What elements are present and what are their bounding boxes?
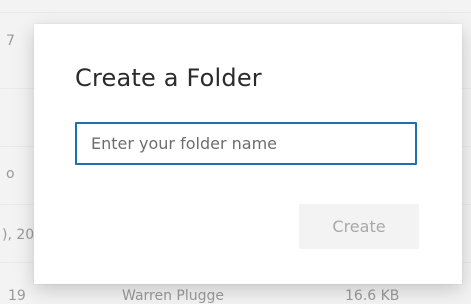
row-divider: [0, 12, 471, 13]
background-text: ), 20: [2, 227, 35, 243]
folder-name-input[interactable]: [75, 122, 417, 165]
background-text: 7: [6, 33, 15, 49]
background-text: o: [6, 166, 15, 182]
create-button[interactable]: Create: [299, 204, 419, 249]
create-folder-dialog: Create a Folder Create: [34, 24, 462, 284]
dialog-title: Create a Folder: [75, 64, 262, 92]
